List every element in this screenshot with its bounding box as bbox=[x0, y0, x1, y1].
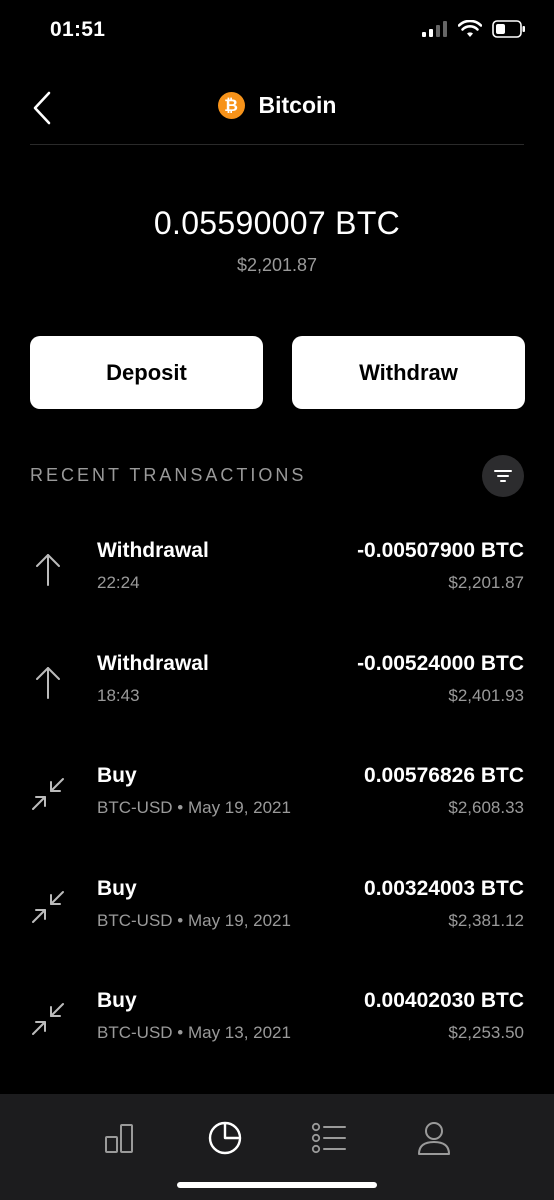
signal-icon bbox=[422, 21, 448, 42]
header-divider bbox=[30, 144, 524, 145]
tab-list[interactable] bbox=[309, 1118, 349, 1158]
transaction-row[interactable]: Withdrawal 18:43 -0.00524000 BTC $2,401.… bbox=[0, 638, 554, 751]
transaction-subtitle: BTC-USD • May 13, 2021 bbox=[97, 1023, 291, 1042]
transaction-row[interactable]: Buy BTC-USD • May 19, 2021 0.00576826 BT… bbox=[0, 750, 554, 863]
transaction-amount: -0.00507900 BTC bbox=[357, 539, 524, 562]
arrow-up-icon bbox=[30, 664, 66, 700]
battery-icon bbox=[492, 20, 526, 43]
transaction-type: Buy bbox=[97, 764, 137, 787]
status-bar: 01:51 bbox=[0, 0, 554, 62]
transaction-amount: -0.00524000 BTC bbox=[357, 651, 524, 675]
transaction-amount: 0.00402030 BTC bbox=[364, 989, 524, 1012]
bitcoin-icon: ₿ bbox=[217, 92, 245, 119]
header: ₿ Bitcoin bbox=[0, 82, 554, 144]
tab-portfolio[interactable] bbox=[205, 1118, 245, 1158]
transaction-amount: 0.00576826 BTC bbox=[364, 764, 524, 787]
status-time: 01:51 bbox=[50, 18, 106, 41]
transaction-type: Buy bbox=[97, 989, 137, 1012]
balance-usd: $2,201.87 bbox=[236, 255, 318, 275]
buy-arrows-icon bbox=[30, 776, 66, 812]
balance-btc: 0.05590007 BTC bbox=[153, 205, 401, 241]
portfolio-icon bbox=[208, 1121, 242, 1155]
transaction-usd: $2,381.12 bbox=[448, 910, 524, 930]
transaction-row[interactable]: Withdrawal 22:24 -0.00507900 BTC $2,201.… bbox=[0, 525, 554, 638]
status-icons bbox=[422, 19, 526, 43]
transaction-type: Withdrawal bbox=[97, 539, 209, 562]
transaction-usd: $2,401.93 bbox=[448, 685, 524, 705]
wifi-icon bbox=[457, 19, 483, 43]
withdraw-button[interactable]: Withdraw bbox=[292, 336, 525, 409]
transaction-row[interactable]: Buy BTC-USD • May 13, 2021 0.00402030 BT… bbox=[0, 975, 554, 1088]
transaction-usd: $2,201.87 bbox=[448, 573, 524, 592]
transaction-usd: $2,608.33 bbox=[448, 798, 524, 817]
section-title: RECENT TRANSACTIONS bbox=[30, 465, 307, 485]
page-title: Bitcoin bbox=[258, 92, 337, 118]
transaction-subtitle: BTC-USD • May 19, 2021 bbox=[97, 798, 291, 817]
title-wrap: ₿ Bitcoin bbox=[0, 92, 554, 119]
transaction-list: Withdrawal 22:24 -0.00507900 BTC $2,201.… bbox=[0, 525, 554, 1088]
transaction-type: Buy bbox=[97, 876, 137, 900]
transaction-subtitle: BTC-USD • May 19, 2021 bbox=[97, 910, 291, 930]
transaction-row[interactable]: Buy BTC-USD • May 19, 2021 0.00324003 BT… bbox=[0, 863, 554, 976]
profile-icon bbox=[418, 1122, 450, 1155]
tab-bar bbox=[0, 1094, 554, 1200]
list-icon bbox=[311, 1122, 346, 1154]
deposit-button[interactable]: Deposit bbox=[30, 336, 263, 409]
tab-profile[interactable] bbox=[414, 1118, 454, 1158]
tab-chart[interactable] bbox=[100, 1118, 140, 1158]
buy-arrows-icon bbox=[30, 889, 66, 925]
buy-arrows-icon bbox=[30, 1001, 66, 1037]
chart-icon bbox=[105, 1124, 133, 1153]
filter-icon bbox=[494, 470, 512, 482]
arrow-up-icon bbox=[30, 551, 66, 587]
transaction-amount: 0.00324003 BTC bbox=[364, 876, 524, 900]
transaction-subtitle: 22:24 bbox=[97, 573, 140, 592]
filter-button[interactable] bbox=[482, 455, 524, 497]
transaction-subtitle: 18:43 bbox=[97, 685, 140, 705]
transaction-usd: $2,253.50 bbox=[448, 1023, 524, 1042]
home-indicator bbox=[177, 1182, 377, 1188]
transaction-type: Withdrawal bbox=[97, 651, 209, 675]
